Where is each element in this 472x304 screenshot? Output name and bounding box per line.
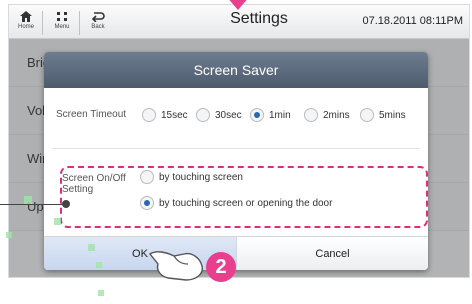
- screen-timeout-row: Screen Timeout 15sec 30sec 1min 2mins 5m…: [44, 96, 428, 136]
- timeout-option-1min[interactable]: 1min: [250, 105, 291, 125]
- decor-square: [24, 196, 32, 204]
- highlight-box: [60, 166, 428, 228]
- date-time: 07.18.2011 08:11PM: [362, 15, 463, 27]
- title-pointer-arrow: [226, 0, 250, 10]
- home-label: Home: [17, 24, 34, 30]
- callout-line: [0, 204, 66, 205]
- decor-square: [6, 232, 12, 238]
- radio-icon: [360, 108, 374, 122]
- pointing-hand-icon: [148, 251, 203, 281]
- decor-square: [98, 290, 104, 296]
- decor-square: [96, 262, 102, 268]
- radio-icon: [142, 108, 156, 122]
- divider: [52, 148, 420, 149]
- radio-selected-icon: [250, 108, 264, 122]
- callout-dot: [62, 200, 70, 208]
- home-button[interactable]: Home: [13, 7, 39, 37]
- menu-button[interactable]: Menu: [49, 7, 75, 37]
- home-icon: [20, 11, 32, 22]
- screen-timeout-label: Screen Timeout: [56, 109, 127, 120]
- radio-icon: [304, 108, 318, 122]
- top-bar: Home Menu Back Settings 07.18.2011 08:11…: [9, 5, 469, 39]
- screen-saver-dialog: Screen Saver Screen Timeout 15sec 30sec …: [44, 52, 428, 270]
- page-title: Settings: [230, 10, 288, 27]
- step-badge: 2: [206, 252, 236, 282]
- cancel-button[interactable]: Cancel: [236, 237, 428, 270]
- timeout-option-30sec[interactable]: 30sec: [196, 105, 242, 125]
- back-label: Back: [91, 24, 105, 30]
- dialog-title: Screen Saver: [44, 52, 428, 88]
- radio-icon: [196, 108, 210, 122]
- decor-square: [88, 244, 95, 251]
- menu-grid-icon: [57, 12, 67, 21]
- decor-square: [54, 218, 61, 225]
- timeout-option-15sec[interactable]: 15sec: [142, 105, 188, 125]
- back-button[interactable]: Back: [85, 7, 111, 37]
- timeout-option-2mins[interactable]: 2mins: [304, 105, 350, 125]
- timeout-option-5mins[interactable]: 5mins: [360, 105, 406, 125]
- menu-label: Menu: [54, 24, 70, 30]
- back-arrow-icon: [91, 12, 105, 22]
